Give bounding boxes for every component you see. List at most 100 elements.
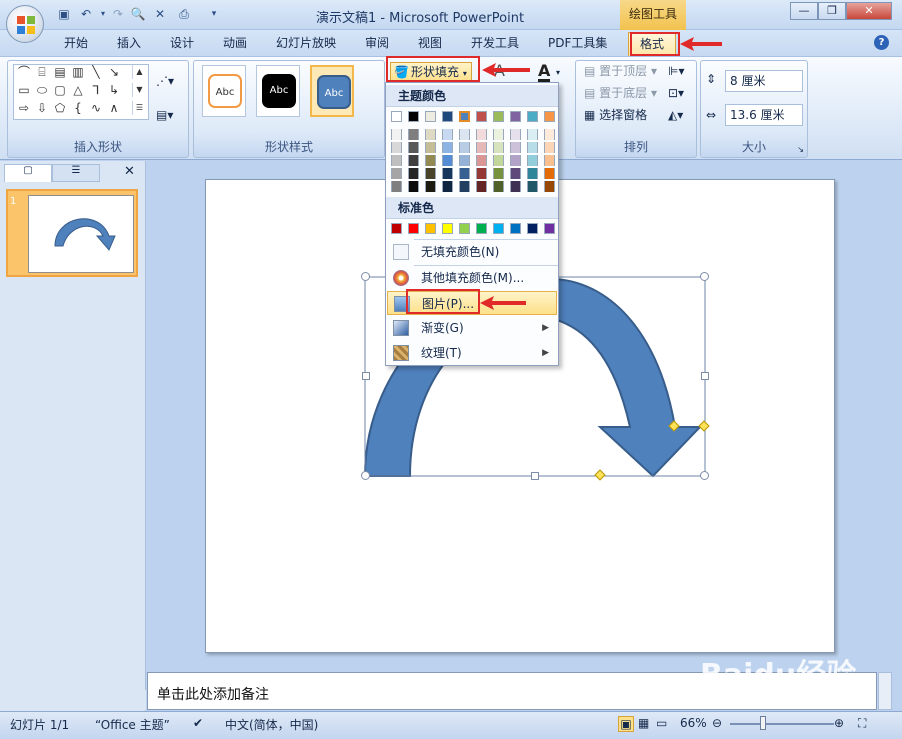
shape-vtextbox-icon[interactable]: ▥	[70, 65, 86, 79]
theme-shade-swatch[interactable]	[476, 181, 487, 192]
maximize-button[interactable]: ❐	[818, 2, 846, 20]
theme-shade-swatch[interactable]	[459, 181, 470, 192]
theme-shade-swatch[interactable]	[493, 155, 504, 166]
theme-shade-swatch[interactable]	[391, 142, 402, 153]
gallery-more-icon[interactable]: ☰	[132, 101, 146, 115]
theme-shade-swatch[interactable]	[408, 129, 419, 140]
undo-icon[interactable]: ↶	[78, 6, 94, 22]
standard-color-swatch[interactable]	[493, 223, 504, 234]
tab-outline-icon[interactable]: ☰	[52, 164, 100, 182]
texture-fill-item[interactable]: 纹理(T) ▶	[387, 341, 557, 365]
resize-handle-sw[interactable]	[361, 471, 370, 480]
theme-shade-swatch[interactable]	[459, 129, 470, 140]
theme-shade-swatch[interactable]	[527, 181, 538, 192]
theme-color-swatch[interactable]	[425, 111, 436, 122]
theme-shade-swatch[interactable]	[459, 142, 470, 153]
theme-shade-swatch[interactable]	[442, 142, 453, 153]
close-button[interactable]: ✕	[846, 2, 892, 20]
gallery-scroll-up-icon[interactable]: ▲	[132, 65, 146, 79]
theme-shade-swatch[interactable]	[476, 168, 487, 179]
save-icon[interactable]: ▣	[56, 6, 72, 22]
picture-fill-item[interactable]: 图片(P)...	[387, 291, 557, 315]
notes-scrollbar[interactable]	[878, 672, 892, 710]
theme-shade-swatch[interactable]	[476, 129, 487, 140]
standard-color-swatch[interactable]	[391, 223, 402, 234]
zoom-slider[interactable]	[730, 723, 834, 725]
shape-right-arrow-icon[interactable]: ⇨	[16, 101, 32, 115]
slideshow-view-icon[interactable]: ▭	[656, 716, 667, 730]
more-fill-colors-item[interactable]: 其他填充颜色(M)...	[387, 266, 557, 290]
theme-shade-swatch[interactable]	[391, 181, 402, 192]
fit-to-window-icon[interactable]: ⛶	[858, 716, 866, 731]
theme-shade-swatch[interactable]	[442, 181, 453, 192]
theme-shade-swatch[interactable]	[459, 168, 470, 179]
theme-shade-swatch[interactable]	[408, 181, 419, 192]
theme-shade-swatch[interactable]	[442, 155, 453, 166]
tab-pdf-tools[interactable]: PDF工具集	[548, 34, 607, 52]
slide-thumbnail[interactable]	[28, 195, 134, 273]
width-input[interactable]: 13.6 厘米	[725, 104, 803, 126]
theme-color-swatch[interactable]	[493, 111, 504, 122]
resize-handle-w[interactable]	[362, 372, 370, 380]
tab-slideshow[interactable]: 幻灯片放映	[276, 34, 336, 52]
theme-shade-swatch[interactable]	[510, 168, 521, 179]
theme-name[interactable]: “Office 主题”	[95, 716, 170, 733]
tab-review[interactable]: 审阅	[365, 34, 389, 52]
text-box-icon[interactable]: ▤▾	[156, 106, 173, 124]
theme-shade-swatch[interactable]	[527, 168, 538, 179]
shape-freeform-icon[interactable]: ∧	[106, 101, 122, 115]
theme-shade-swatch[interactable]	[510, 181, 521, 192]
edit-shape-icon[interactable]: ⋰▾	[156, 72, 174, 90]
theme-shade-swatch[interactable]	[493, 181, 504, 192]
shape-rectangle-icon[interactable]: ▭	[16, 83, 32, 97]
normal-view-icon[interactable]: ▣	[618, 716, 634, 732]
shape-line-icon[interactable]: ╲	[88, 65, 104, 79]
gradient-fill-item[interactable]: 渐变(G) ▶	[387, 316, 557, 340]
standard-color-swatch[interactable]	[476, 223, 487, 234]
close-pane-icon[interactable]: ✕	[124, 164, 135, 179]
tab-design[interactable]: 设计	[170, 34, 194, 52]
send-to-back-button[interactable]: ▤ 置于底层 ▾	[584, 84, 657, 102]
theme-shade-swatch[interactable]	[391, 155, 402, 166]
quick-print-icon[interactable]: ⎙	[176, 6, 192, 22]
tab-slides-icon[interactable]: ▢	[4, 164, 52, 182]
theme-shade-swatch[interactable]	[425, 168, 436, 179]
language-indicator[interactable]: 中文(简体，中国)	[225, 716, 318, 733]
spell-check-icon[interactable]: ✔	[193, 716, 203, 730]
theme-shade-swatch[interactable]	[408, 155, 419, 166]
theme-shade-swatch[interactable]	[425, 142, 436, 153]
tab-developer[interactable]: 开发工具	[471, 34, 519, 52]
shape-curve-icon[interactable]: ∿	[88, 101, 104, 115]
theme-shade-swatch[interactable]	[425, 129, 436, 140]
resize-handle-se[interactable]	[700, 471, 709, 480]
shape-triangle-icon[interactable]: △	[70, 83, 86, 97]
shape-elbow-icon[interactable]: ⅂	[88, 83, 104, 97]
undo-dropdown-icon[interactable]: ▾	[95, 6, 111, 22]
theme-shade-swatch[interactable]	[527, 129, 538, 140]
shape-can-icon[interactable]: ⌸	[34, 65, 50, 79]
shape-arrow-line-icon[interactable]: ↘	[106, 65, 122, 79]
theme-shade-swatch[interactable]	[442, 129, 453, 140]
theme-shade-swatch[interactable]	[544, 181, 555, 192]
shape-pentagon-icon[interactable]: ⬠	[52, 101, 68, 115]
standard-color-swatch[interactable]	[527, 223, 538, 234]
theme-shade-swatch[interactable]	[408, 168, 419, 179]
minimize-button[interactable]: —	[790, 2, 818, 20]
theme-shade-swatch[interactable]	[544, 155, 555, 166]
shape-down-arrow-icon[interactable]: ⇩	[34, 101, 50, 115]
standard-color-swatch[interactable]	[408, 223, 419, 234]
resize-handle-e[interactable]	[701, 372, 709, 380]
style-thumb-outline[interactable]: Abc	[202, 65, 246, 117]
theme-color-swatch[interactable]	[544, 111, 555, 122]
theme-shade-swatch[interactable]	[391, 129, 402, 140]
style-thumb-blue-selected[interactable]: Abc	[310, 65, 354, 117]
style-thumb-black[interactable]: Abc	[256, 65, 300, 117]
slide-sorter-icon[interactable]: ▦	[638, 716, 649, 730]
theme-shade-swatch[interactable]	[408, 142, 419, 153]
shape-brace-icon[interactable]: {	[70, 101, 86, 115]
theme-shade-swatch[interactable]	[493, 168, 504, 179]
zoom-slider-thumb[interactable]	[760, 716, 766, 730]
theme-shade-swatch[interactable]	[391, 168, 402, 179]
theme-shade-swatch[interactable]	[476, 142, 487, 153]
theme-shade-swatch[interactable]	[510, 155, 521, 166]
